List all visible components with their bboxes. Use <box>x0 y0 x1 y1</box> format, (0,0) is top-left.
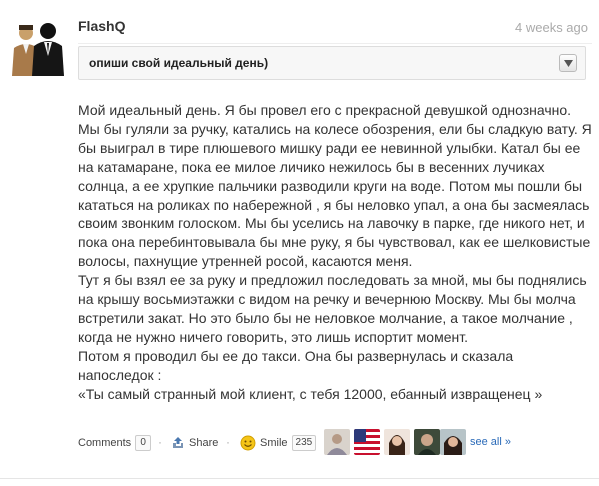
person-avatar-icon <box>384 429 410 455</box>
smiler-avatar[interactable] <box>324 429 350 455</box>
smiler-avatar[interactable] <box>384 429 410 455</box>
post-timestamp[interactable]: 4 weeks ago <box>515 20 588 35</box>
comments-count: 0 <box>135 435 152 451</box>
separator: · <box>226 435 230 449</box>
user-avatar[interactable] <box>8 16 68 76</box>
question-dropdown-button[interactable] <box>559 54 577 72</box>
username-link[interactable]: FlashQ <box>78 18 125 34</box>
post-header: FlashQ 4 weeks ago <box>78 14 592 44</box>
divider <box>0 478 599 479</box>
question-box: опиши свой идеальный день) <box>78 46 586 80</box>
person-avatar-icon <box>324 429 350 455</box>
share-button[interactable]: Share <box>171 434 218 452</box>
answer-paragraph: Тут я бы взял ее за руку и предложил пос… <box>78 272 587 345</box>
smile-button[interactable]: Smile 235 <box>240 434 317 452</box>
person-avatar-icon <box>440 429 466 455</box>
two-men-in-suits-avatar-icon <box>8 16 68 76</box>
smile-label: Smile <box>260 437 288 449</box>
comments-label: Comments <box>78 437 132 449</box>
share-icon <box>173 437 183 448</box>
smile-count: 235 <box>291 435 317 451</box>
comments-link[interactable]: Comments 0 <box>78 434 152 452</box>
chevron-down-icon <box>564 60 573 67</box>
smiler-avatar[interactable] <box>414 429 440 455</box>
smile-icon <box>240 435 256 451</box>
smiler-avatar[interactable] <box>354 429 380 455</box>
answer-paragraph: Мой идеальный день. Я бы провел его с пр… <box>78 102 592 270</box>
question-text: опиши свой идеальный день) <box>89 56 269 70</box>
separator: · <box>158 435 162 449</box>
smiler-avatar[interactable] <box>440 429 466 455</box>
answer-paragraph: «Ты самый странный мой клиент, с тебя 12… <box>78 385 543 402</box>
flag-avatar-icon <box>354 429 380 455</box>
see-all-link[interactable]: see all » <box>470 436 511 448</box>
share-label: Share <box>189 437 219 449</box>
answer-text: Мой идеальный день. Я бы провел его с пр… <box>78 101 592 404</box>
post-footer: Comments 0 · Share · Smile 235 see all » <box>78 429 592 459</box>
person-avatar-icon <box>414 429 440 455</box>
answer-paragraph: Потом я проводил бы ее до такси. Она бы … <box>78 347 514 383</box>
